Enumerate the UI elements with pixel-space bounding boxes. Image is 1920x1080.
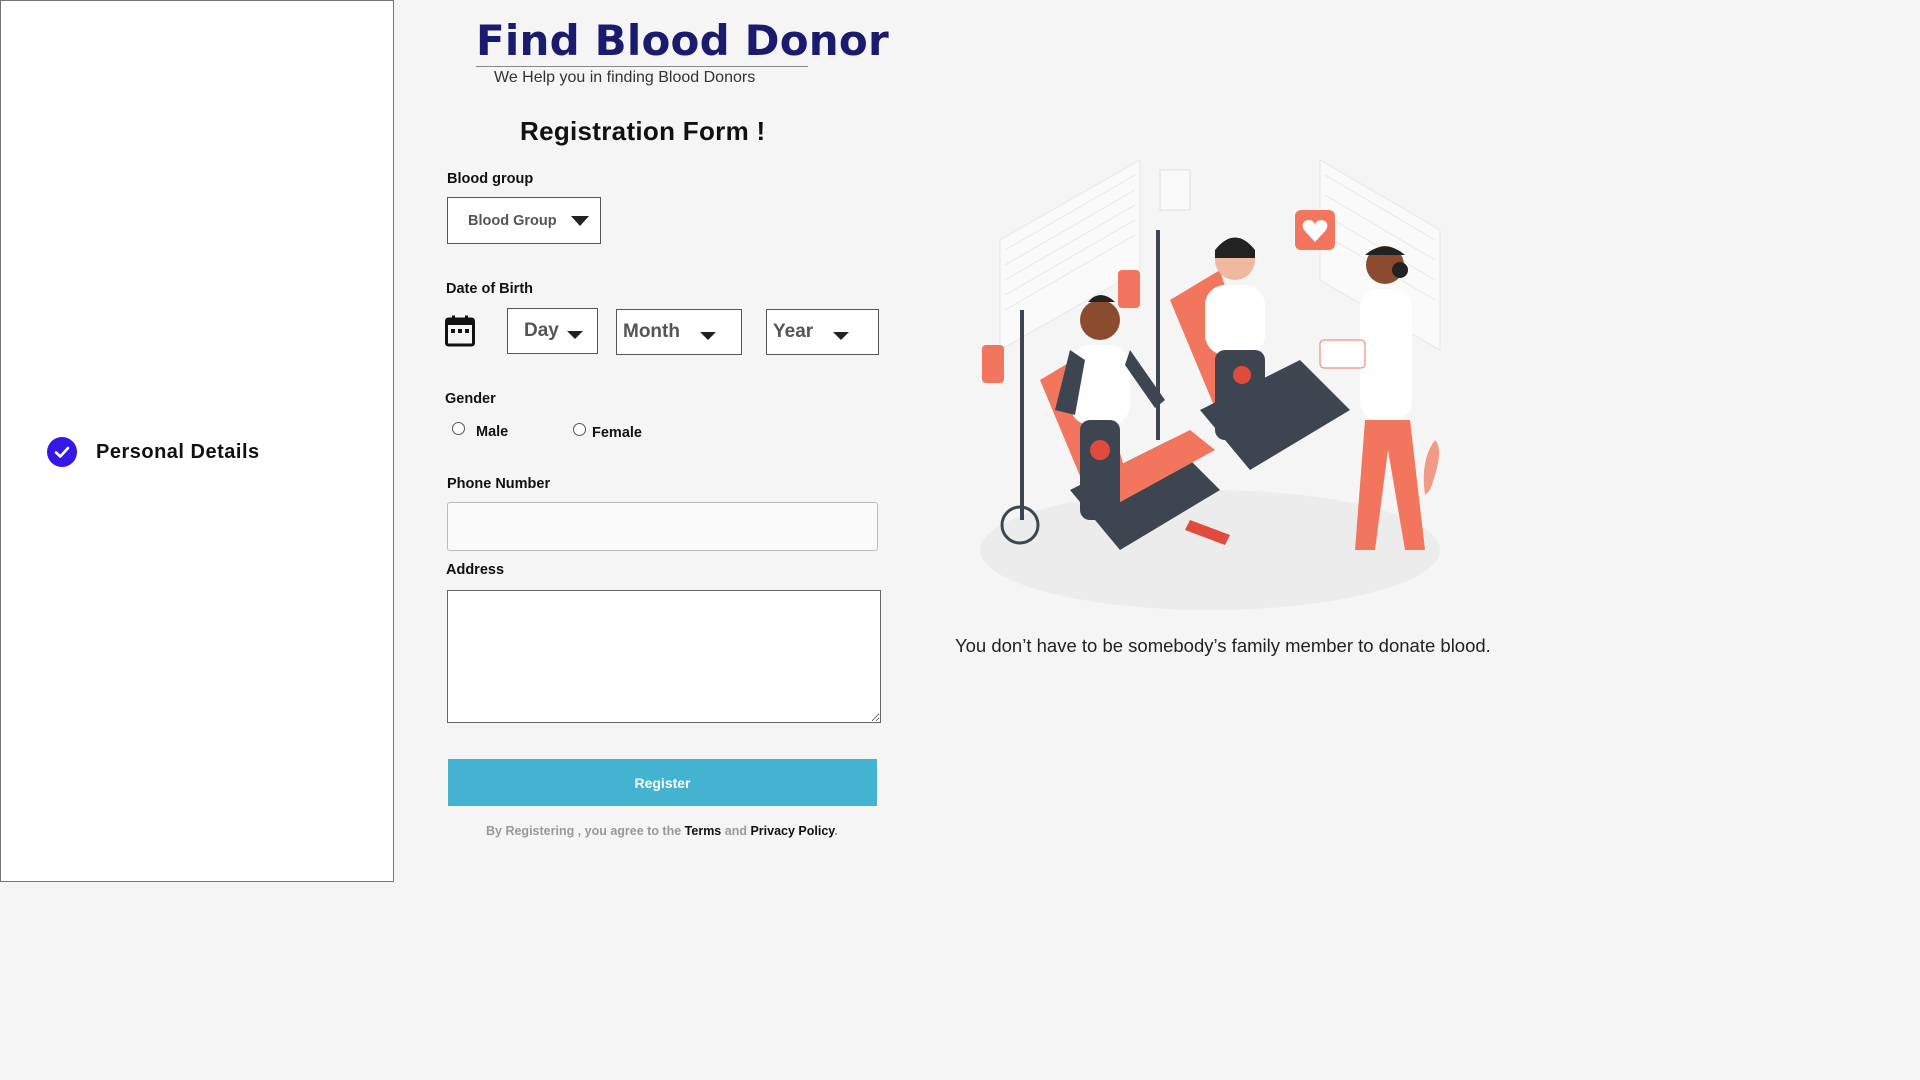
dob-label: Date of Birth [446,281,533,297]
sidebar: Personal Details [0,0,394,882]
terms-suffix: . [834,824,838,838]
step-label: Personal Details [96,440,260,463]
phone-input[interactable] [447,502,878,551]
register-button[interactable]: Register [448,759,877,806]
dob-year-select[interactable]: Year [766,309,879,355]
form-title: Registration Form ! [520,116,766,146]
brand-subtitle: We Help you in finding Blood Donors [494,69,756,86]
gender-female-radio[interactable] [573,423,586,436]
dob-day-text: Day [524,320,559,341]
gender-label: Gender [445,391,496,407]
terms-and: and [724,824,747,838]
step-personal-details[interactable]: Personal Details [47,437,260,467]
gender-male-radio[interactable] [452,422,465,435]
dob-year-text: Year [773,321,814,342]
blood-group-label: Blood group [447,171,534,187]
caret-down-icon [567,331,583,339]
brand-title: Find Blood Donor [476,16,889,65]
gender-female-label: Female [592,425,642,441]
blood-group-select-text: Blood Group [468,212,557,229]
phone-label: Phone Number [447,476,551,492]
address-input[interactable] [447,590,881,723]
terms-text: By Registering , you agree to the Terms … [486,824,838,838]
blood-donation-illustration [960,150,1460,620]
gender-male-label: Male [476,424,509,440]
caret-down-icon [833,332,849,340]
privacy-policy-link[interactable]: Privacy Policy [750,824,834,838]
terms-prefix: By Registering , you agree to the [486,824,682,838]
caret-down-icon [700,332,716,340]
dob-month-text: Month [623,321,680,342]
caret-down-icon [571,216,589,226]
brand-underline [476,66,808,67]
dob-day-select[interactable]: Day [507,308,598,354]
blood-group-select[interactable]: Blood Group [447,197,601,244]
terms-link[interactable]: Terms [685,824,722,838]
illustration-caption: You don’t have to be somebody’s family m… [955,635,1491,656]
address-label: Address [446,562,505,578]
dob-month-select[interactable]: Month [616,309,742,355]
check-icon [47,437,77,467]
calendar-icon[interactable] [445,315,475,352]
